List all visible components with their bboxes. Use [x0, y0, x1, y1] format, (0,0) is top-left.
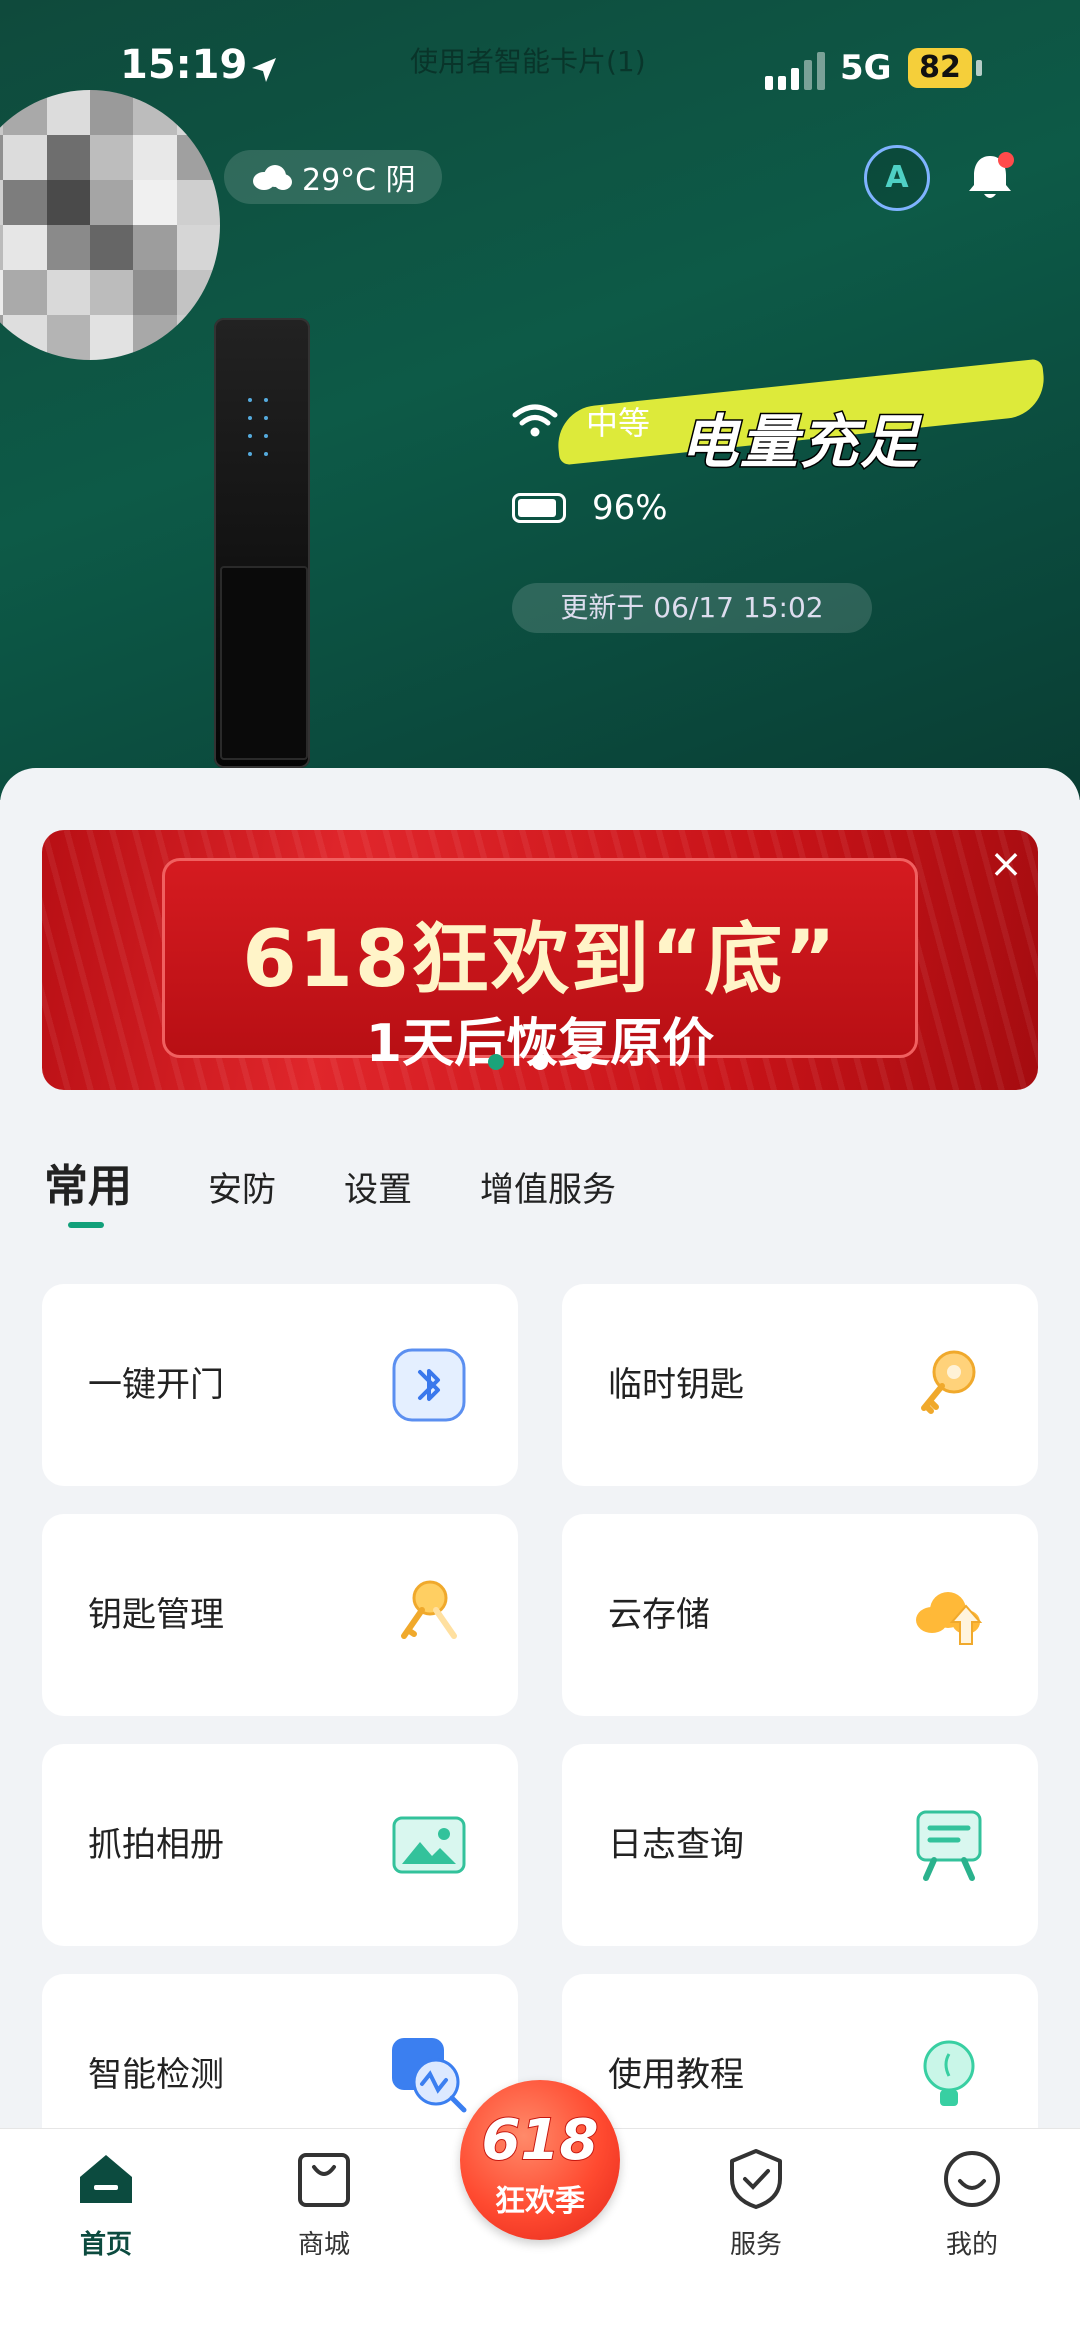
promo-618-button[interactable]: 618 狂欢季 [460, 2080, 620, 2240]
feature-card-cloud[interactable]: 云存储 [562, 1514, 1038, 1716]
bell-icon[interactable] [960, 148, 1020, 208]
nav-mall-label: 商城 [297, 2230, 350, 2260]
nav-mall[interactable]: 商城 [264, 2147, 384, 2261]
shopping-bag-icon [298, 2153, 350, 2207]
page-dot [576, 1054, 592, 1070]
cloud-upload-icon [916, 1592, 983, 1645]
nav-home[interactable]: 首页 [46, 2147, 166, 2261]
nav-mine-label: 我的 [945, 2230, 998, 2260]
banner-pagination [488, 1054, 592, 1070]
close-icon[interactable]: × [986, 844, 1026, 884]
feature-label: 临时钥匙 [608, 1365, 744, 1405]
feature-label: 云存储 [608, 1595, 710, 1635]
update-time: 更新于 06/17 15:02 [512, 583, 872, 633]
smart-detect-icon [392, 2038, 467, 2113]
weather-text: 29°C 阴 [302, 163, 416, 198]
battery-level: 82 [908, 48, 972, 88]
keys-icon [401, 1580, 457, 1639]
feature-card-album[interactable]: 抓拍相册 [42, 1744, 518, 1946]
log-icon [916, 1810, 982, 1881]
feature-card-log[interactable]: 日志查询 [562, 1744, 1038, 1946]
smile-face-icon [944, 2151, 1000, 2207]
battery-sticker-text: 电量充足 [678, 407, 921, 478]
main-sheet: 618狂欢到“底” 1天后恢复原价 × 常用 安防 设置 增值服务 一键开门 临… [0, 768, 1080, 2176]
tab-common[interactable]: 常用 [44, 1150, 132, 1228]
wifi-icon [512, 404, 558, 437]
status-faint-text: 使用者智能卡片(1) [410, 45, 646, 78]
category-tabs: 常用 安防 设置 增值服务 [44, 1150, 684, 1228]
lightbulb-icon [923, 2040, 975, 2106]
feature-label: 钥匙管理 [88, 1595, 224, 1635]
home-icon [80, 2155, 132, 2203]
network-type: 5G [840, 48, 892, 88]
cellular-signal-icon [765, 52, 825, 90]
feature-card-key-manage[interactable]: 钥匙管理 [42, 1514, 518, 1716]
feature-label: 一键开门 [88, 1365, 224, 1405]
wifi-strength-text: 中等 [586, 404, 651, 442]
tab-security[interactable]: 安防 [208, 1162, 276, 1211]
nav-service-label: 服务 [729, 2230, 782, 2260]
promo-banner[interactable]: 618狂欢到“底” 1天后恢复原价 × [42, 830, 1038, 1090]
shield-check-icon [730, 2149, 782, 2209]
battery-tip-icon [976, 60, 982, 76]
weather-chip[interactable]: 29°C 阴 [224, 150, 442, 204]
promo-festival-text: 狂欢季 [495, 2184, 585, 2219]
nav-mine[interactable]: 我的 [912, 2147, 1032, 2261]
nav-service[interactable]: 服务 [696, 2147, 816, 2261]
feature-card-unlock[interactable]: 一键开门 [42, 1284, 518, 1486]
feature-label: 抓拍相册 [88, 1825, 224, 1865]
cloud-icon [253, 165, 292, 190]
feature-card-temp-key[interactable]: 临时钥匙 [562, 1284, 1038, 1486]
tab-settings[interactable]: 设置 [344, 1162, 412, 1211]
device-battery: 96% [512, 488, 668, 528]
banner-headline: 618狂欢到“底” [242, 915, 838, 1005]
status-time: 15:19 [120, 42, 248, 88]
page-dot [532, 1054, 548, 1070]
wifi-status: 中等 [512, 398, 650, 444]
location-arrow-icon [252, 58, 276, 82]
assistant-button[interactable]: A [864, 145, 930, 211]
promo-618-text: 618 [481, 2107, 600, 2174]
battery-icon [512, 493, 566, 523]
smart-lock-image [214, 318, 310, 768]
feature-label: 日志查询 [608, 1825, 744, 1865]
key-icon [921, 1350, 976, 1414]
tab-value-added[interactable]: 增值服务 [480, 1162, 616, 1211]
photo-album-icon [392, 1816, 466, 1874]
bluetooth-icon [392, 1348, 466, 1422]
nav-home-label: 首页 [79, 2230, 132, 2260]
device-hero: 15:19 使用者智能卡片(1) 5G 82 29°C 阴 A 中等 电量充足 … [0, 0, 1080, 800]
page-dot [488, 1054, 504, 1070]
device-battery-percent: 96% [592, 488, 668, 528]
